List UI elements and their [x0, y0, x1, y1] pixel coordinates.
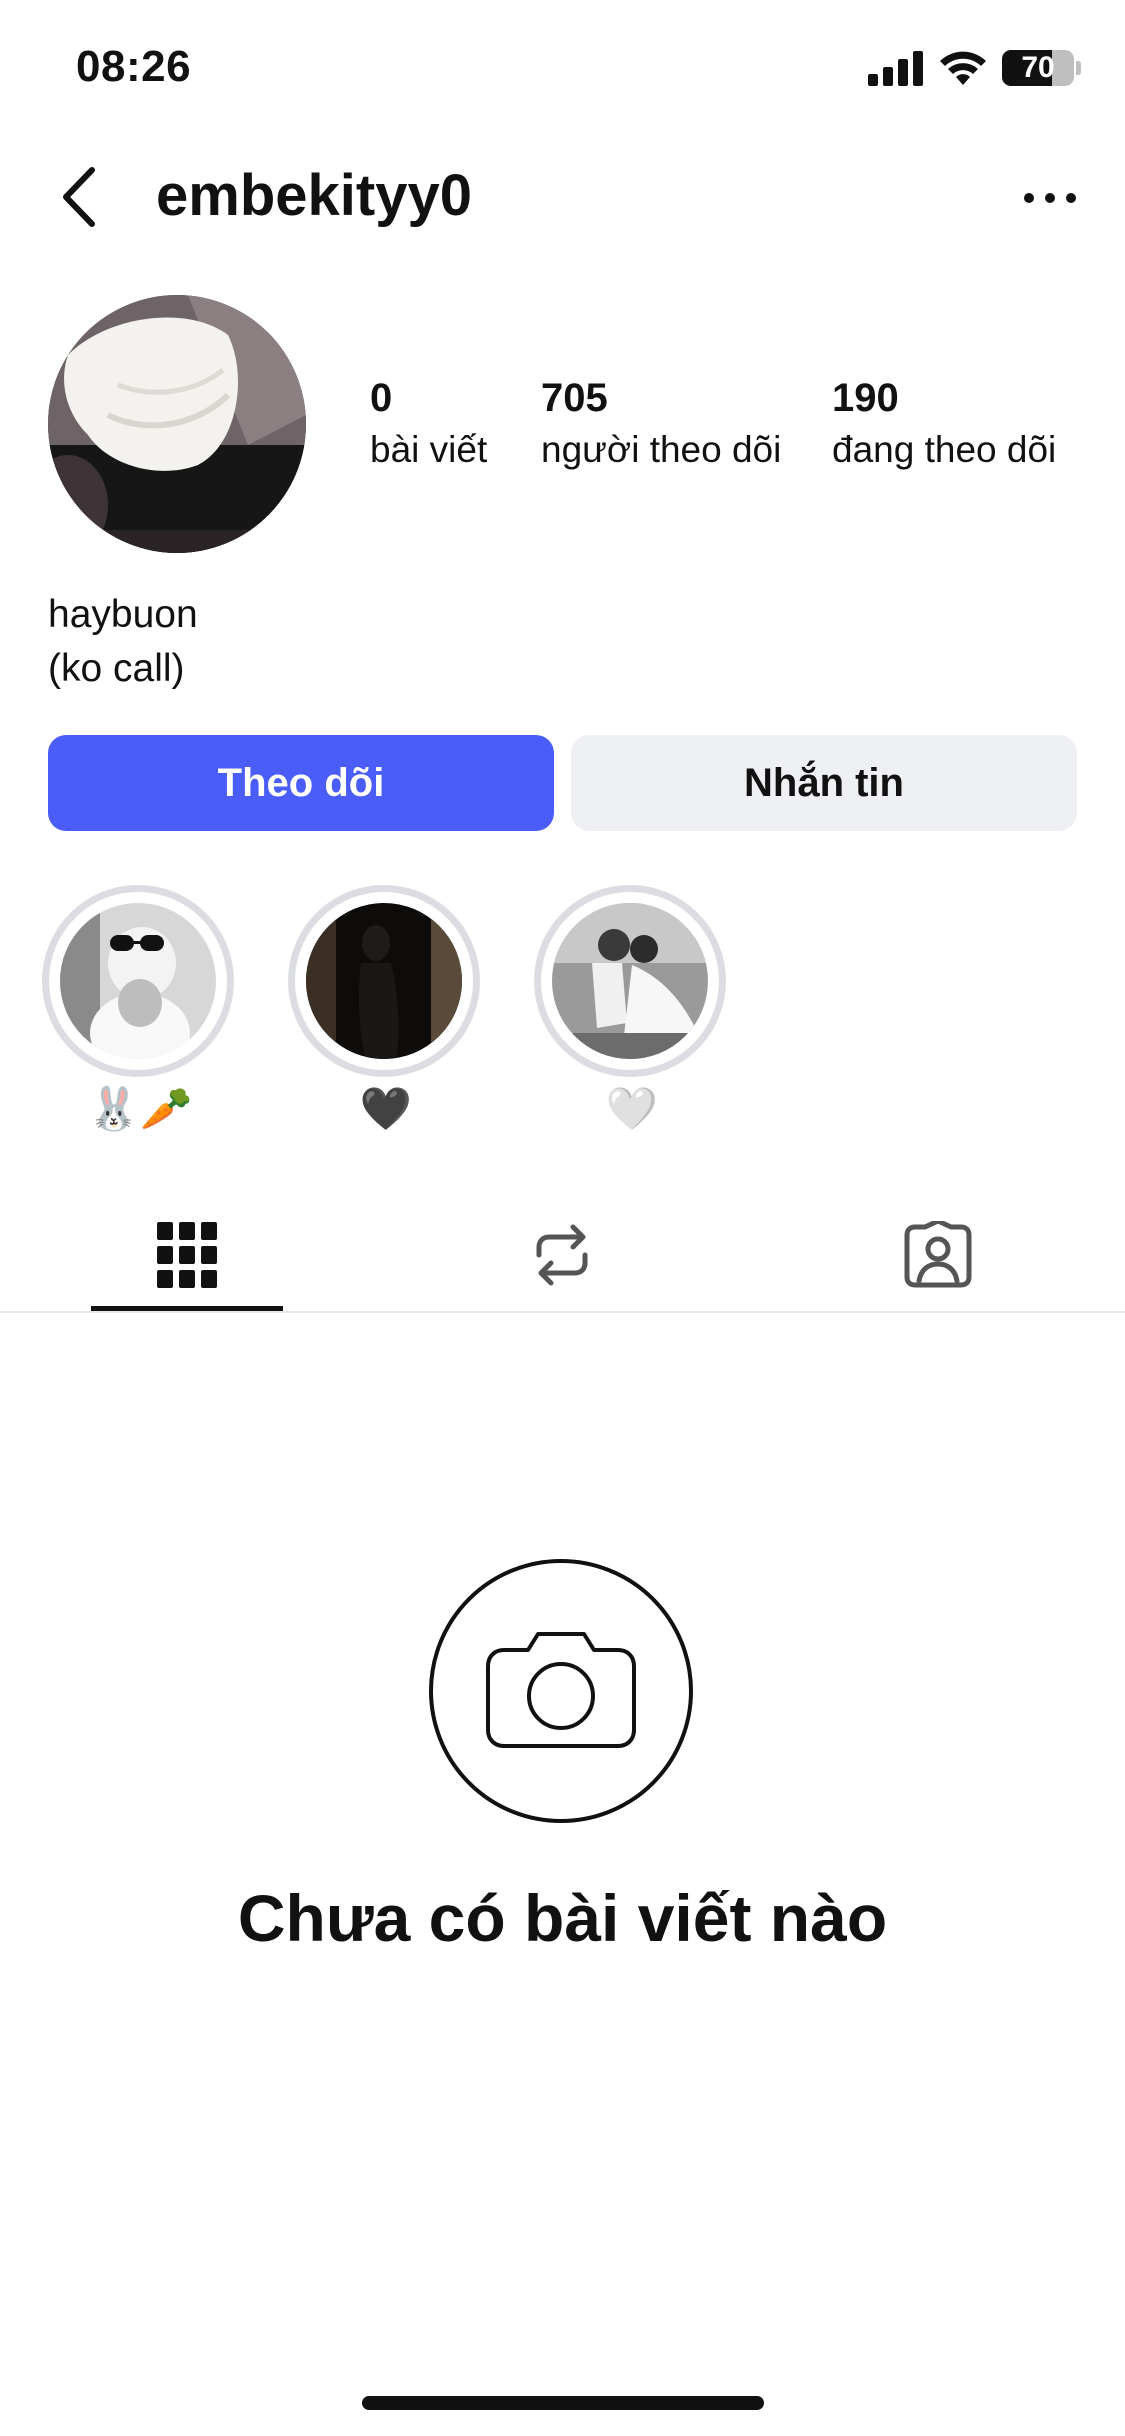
stat-followers-label: người theo dõi [541, 429, 782, 470]
highlight-cover [306, 903, 462, 1059]
more-options-button[interactable] [1019, 178, 1081, 218]
empty-state-title: Chưa có bài viết nào [237, 1881, 888, 1955]
tab-posts-grid[interactable] [92, 1200, 282, 1310]
stat-following-value: 190 [832, 376, 899, 420]
stat-posts-value: 0 [370, 376, 393, 420]
stat-following-label: đang theo dõi [832, 429, 1057, 470]
chevron-left-icon [63, 167, 95, 227]
battery-icon: 70 [1002, 50, 1074, 86]
empty-state-camera [428, 1558, 694, 1824]
back-button[interactable] [56, 162, 106, 232]
profile-avatar[interactable] [48, 295, 306, 553]
profile-username: embekityy0 [156, 163, 472, 228]
highlight-cover [552, 903, 708, 1059]
status-time: 08:26 [76, 42, 192, 91]
highlight-ring [534, 885, 726, 1077]
highlight-ring [42, 885, 234, 1077]
message-button[interactable]: Nhắn tin [571, 735, 1077, 831]
status-icons: 70 [868, 48, 1081, 88]
stat-posts-label: bài viết [370, 429, 488, 470]
repost-icon [536, 1224, 588, 1286]
stat-followers-value: 705 [541, 376, 608, 420]
tab-tagged[interactable] [843, 1200, 1033, 1310]
highlight-cover [60, 903, 216, 1059]
ellipsis-icon [1024, 193, 1076, 203]
wifi-icon [940, 51, 986, 85]
profile-bio: haybuon (ko call) [48, 588, 198, 696]
cellular-signal-icon [868, 51, 923, 86]
grid-icon [157, 1222, 217, 1288]
highlight-label: 🖤 [359, 1084, 413, 1133]
tab-reposts[interactable] [467, 1200, 657, 1310]
tagged-person-icon [904, 1221, 972, 1288]
tabs-divider [0, 1311, 1125, 1313]
profile-screen: 08:26 70 embekityy0 0 bài viết 705 người… [0, 0, 1125, 2436]
highlight-label: 🐰🥕 [87, 1084, 193, 1133]
story-highlight[interactable]: 🖤 [288, 885, 484, 1135]
stat-posts[interactable]: 0 bài viết [370, 372, 487, 476]
highlight-ring [288, 885, 480, 1077]
camera-icon [429, 1559, 693, 1823]
highlight-label: 🤍 [605, 1084, 659, 1133]
story-highlight[interactable]: 🤍 [534, 885, 730, 1135]
bio-line: haybuon [48, 593, 198, 636]
bio-line: (ko call) [48, 647, 185, 690]
follow-button[interactable]: Theo dõi [48, 735, 554, 831]
battery-level: 70 [1021, 51, 1055, 84]
avatar-photo [48, 295, 306, 553]
stat-following[interactable]: 190 đang theo dõi [832, 372, 1056, 476]
home-indicator[interactable] [362, 2396, 764, 2410]
stat-followers[interactable]: 705 người theo dõi [541, 372, 781, 476]
battery-tip [1076, 61, 1081, 75]
story-highlight[interactable]: 🐰🥕 [42, 885, 238, 1135]
